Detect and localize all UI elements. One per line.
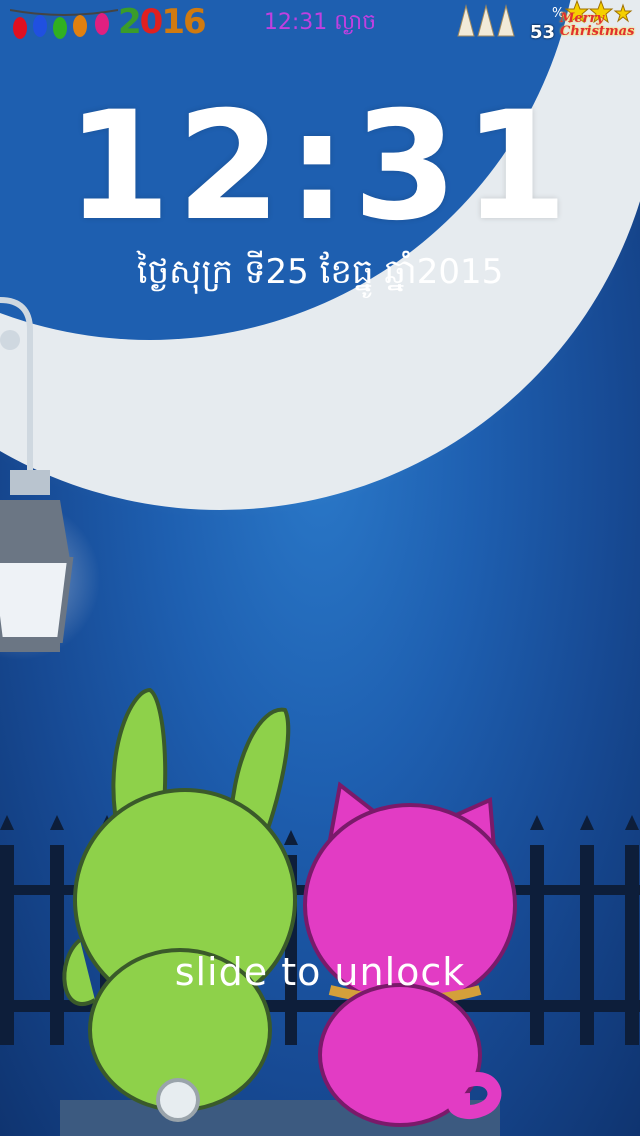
status-bar: 2016 12:31 ល្ងាច % 53 Merry Christmas [0,0,640,48]
lockscreen-clock: 12:31 [66,80,574,254]
slide-to-unlock[interactable]: slide to unlock [0,950,640,994]
green-bunny [62,687,297,1122]
battery-level: 53 [530,22,556,43]
lockscreen-date: ថ្ងៃសុក្រ ទី25 ខែធ្នូ ឆ្នាំ2015 [136,252,504,292]
christmas-tree-icon [457,4,515,37]
merry-christmas-label: Merry Christmas [560,11,635,39]
lock-screen: 2016 12:31 ល្ងាច % 53 Merry Christmas 12… [0,0,640,1136]
